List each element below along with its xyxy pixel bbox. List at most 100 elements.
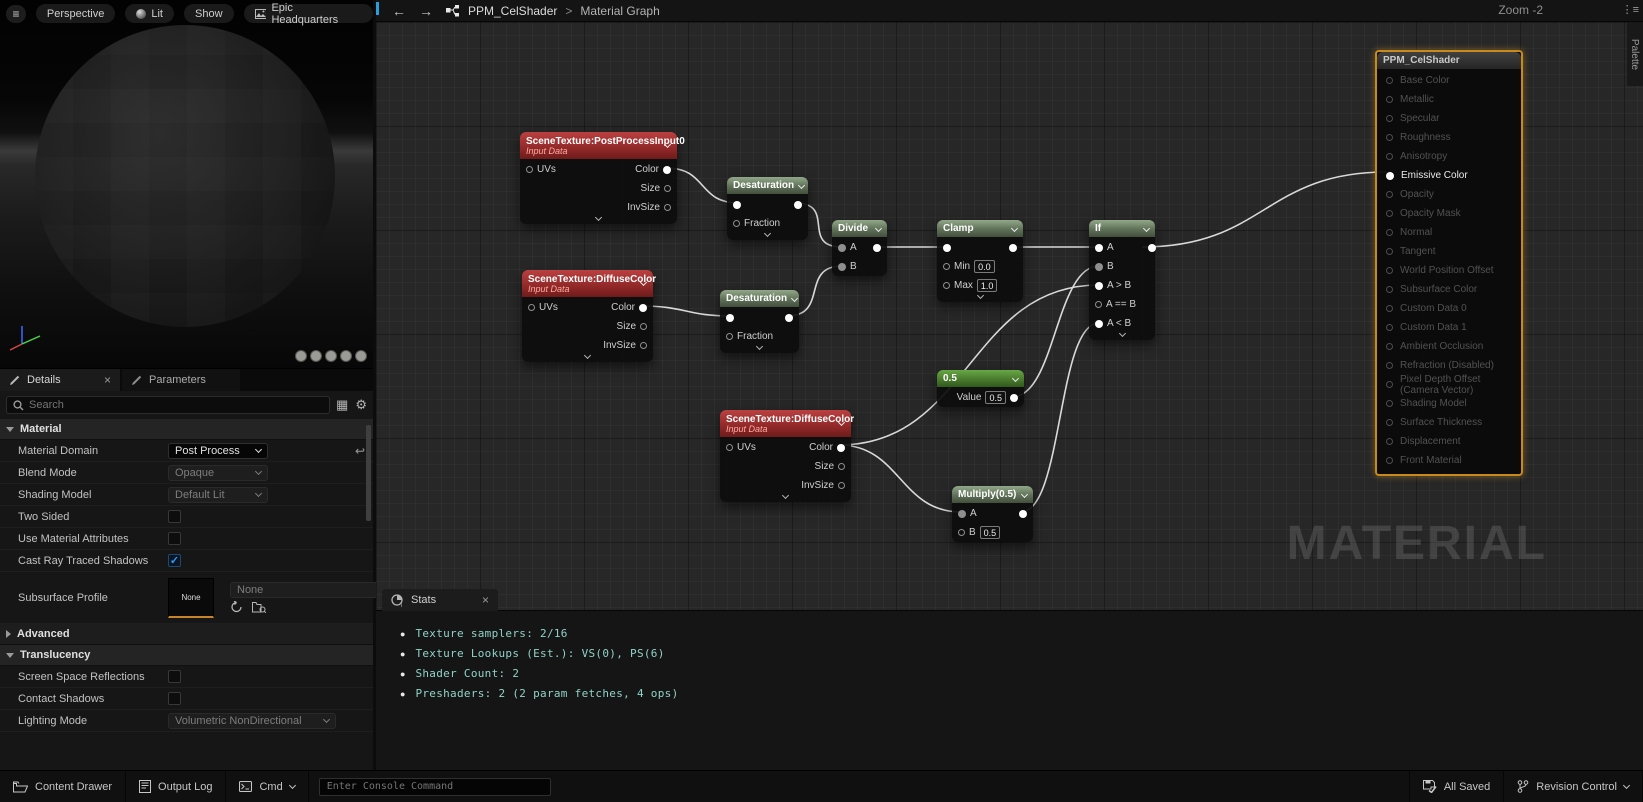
chevron-down-icon[interactable]: [1013, 373, 1018, 384]
input-pin-a-b[interactable]: [1095, 301, 1102, 308]
palette-tab[interactable]: Palette: [1627, 22, 1643, 86]
input-pin-a-b[interactable]: [1095, 282, 1103, 290]
use-material-attributes-checkbox[interactable]: [168, 532, 181, 545]
output-pin-pin[interactable]: [794, 201, 802, 209]
expand-node-button[interactable]: [727, 233, 808, 240]
section-header-advanced[interactable]: Advanced: [0, 624, 373, 645]
node-header[interactable]: 0.5: [937, 370, 1024, 387]
show-button[interactable]: Show: [184, 4, 234, 23]
node-divide[interactable]: DivideAB: [832, 220, 887, 276]
input-pin-pixel-depth-offset-camera-vector[interactable]: [1386, 381, 1393, 388]
node-header[interactable]: SceneTexture:PostProcessInput0Input Data: [520, 132, 677, 159]
expand-node-button[interactable]: [520, 217, 677, 224]
node-if[interactable]: IfABA > BA == BA < B: [1089, 220, 1155, 340]
gear-icon[interactable]: ⚙: [355, 397, 367, 413]
material-domain-dropdown[interactable]: Post Process: [168, 443, 268, 459]
node-header[interactable]: Divide: [832, 220, 887, 237]
chevron-down-icon[interactable]: [876, 223, 881, 234]
viewport-menu-button[interactable]: ≡: [6, 5, 26, 23]
output-pin-invsize[interactable]: [664, 204, 671, 211]
preview-sphere-button[interactable]: [310, 350, 322, 362]
close-icon[interactable]: ×: [482, 593, 489, 607]
chevron-down-icon[interactable]: [665, 139, 670, 150]
use-selected-icon[interactable]: [230, 601, 243, 613]
graph-canvas[interactable]: SceneTexture:PostProcessInput0Input Data…: [376, 22, 1643, 770]
input-pin-normal[interactable]: [1386, 229, 1393, 236]
perspective-button[interactable]: Perspective: [36, 4, 115, 23]
chevron-down-icon[interactable]: [641, 277, 646, 288]
value-box[interactable]: 0.5: [980, 526, 1001, 539]
input-pin-opacity-mask[interactable]: [1386, 210, 1393, 217]
preview-scene-button[interactable]: Epic Headquarters: [244, 4, 373, 23]
value-box[interactable]: 1.0: [977, 279, 998, 292]
expand-node-button[interactable]: [522, 355, 653, 362]
input-pin-a[interactable]: [958, 510, 966, 518]
output-pin-pin[interactable]: [1019, 510, 1027, 518]
section-header-material[interactable]: Material: [0, 419, 373, 440]
screen-space-reflections-checkbox[interactable]: [168, 670, 181, 683]
input-pin-displacement[interactable]: [1386, 438, 1393, 445]
preview-cube-button[interactable]: [340, 350, 352, 362]
console-command-input[interactable]: [319, 778, 551, 796]
cmd-dropdown-button[interactable]: Cmd: [226, 771, 308, 802]
node-header[interactable]: Desaturation: [720, 290, 799, 307]
cast-ray-traced-shadows-checkbox[interactable]: ✓: [168, 554, 181, 567]
search-input[interactable]: [29, 399, 323, 411]
output-pin-pin[interactable]: [785, 314, 793, 322]
tab-details[interactable]: Details ×: [0, 369, 120, 391]
input-pin-specular[interactable]: [1386, 115, 1393, 122]
output-pin-size[interactable]: [664, 185, 671, 192]
node-header[interactable]: SceneTexture:DiffuseColorInput Data: [522, 270, 653, 297]
section-header-translucency[interactable]: Translucency: [0, 645, 373, 666]
input-pin-a-b[interactable]: [1095, 320, 1103, 328]
contact-shadows-checkbox[interactable]: [168, 692, 181, 705]
asset-thumbnail[interactable]: None: [168, 578, 214, 618]
chevron-down-icon[interactable]: [839, 417, 844, 428]
input-pin-fraction[interactable]: [733, 220, 740, 227]
input-pin-refraction-disabled[interactable]: [1386, 362, 1393, 369]
input-pin-roughness[interactable]: [1386, 134, 1393, 141]
node-clamp[interactable]: ClampMin0.0Max1.0: [937, 220, 1023, 302]
chevron-down-icon[interactable]: [1012, 223, 1017, 234]
chevron-down-icon[interactable]: [1144, 223, 1149, 234]
input-pin-pin[interactable]: [733, 201, 741, 209]
output-pin-invsize[interactable]: [838, 482, 845, 489]
input-pin-subsurface-color[interactable]: [1386, 286, 1393, 293]
output-pin-value[interactable]: [1010, 394, 1018, 402]
input-pin-a[interactable]: [838, 244, 846, 252]
value-box[interactable]: 0.0: [974, 260, 995, 273]
expand-node-button[interactable]: [937, 295, 1023, 302]
expand-node-button[interactable]: [720, 495, 851, 502]
input-pin-custom-data-1[interactable]: [1386, 324, 1393, 331]
reset-to-default-button[interactable]: ↩: [355, 444, 365, 458]
lit-mode-button[interactable]: Lit: [125, 4, 174, 23]
stats-tab[interactable]: i Stats ×: [382, 589, 498, 611]
output-pin-pin[interactable]: [1148, 244, 1156, 252]
output-pin-pin[interactable]: [1009, 244, 1017, 252]
input-pin-front-material[interactable]: [1386, 457, 1393, 464]
input-pin-max[interactable]: [943, 282, 950, 289]
input-pin-metallic[interactable]: [1386, 96, 1393, 103]
value-box[interactable]: 0.5: [985, 391, 1006, 404]
output-log-button[interactable]: Output Log: [126, 771, 226, 802]
breadcrumb-page[interactable]: Material Graph: [580, 4, 659, 18]
preview-custom-mesh-button[interactable]: [355, 350, 367, 362]
input-pin-custom-data-0[interactable]: [1386, 305, 1393, 312]
tab-parameters[interactable]: Parameters: [122, 369, 240, 391]
chevron-down-icon[interactable]: [792, 293, 797, 304]
back-arrow-button[interactable]: ←: [392, 3, 406, 19]
node-desaturation-2[interactable]: DesaturationFraction: [720, 290, 799, 353]
input-pin-emissive-color[interactable]: [1386, 172, 1394, 180]
node-scenetexture-postprocessinput0[interactable]: SceneTexture:PostProcessInput0Input Data…: [520, 132, 677, 224]
expand-node-button[interactable]: [720, 346, 799, 353]
input-pin-anisotropy[interactable]: [1386, 153, 1393, 160]
node-header[interactable]: SceneTexture:DiffuseColorInput Data: [720, 410, 851, 437]
output-pin-invsize[interactable]: [640, 342, 647, 349]
input-pin-pin[interactable]: [943, 244, 951, 252]
node-header[interactable]: If: [1089, 220, 1155, 237]
details-scrollbar[interactable]: [366, 425, 371, 521]
output-pin-size[interactable]: [640, 323, 647, 330]
preview-plane-button[interactable]: [325, 350, 337, 362]
input-pin-b[interactable]: [838, 263, 846, 271]
browse-to-asset-icon[interactable]: [252, 601, 266, 613]
